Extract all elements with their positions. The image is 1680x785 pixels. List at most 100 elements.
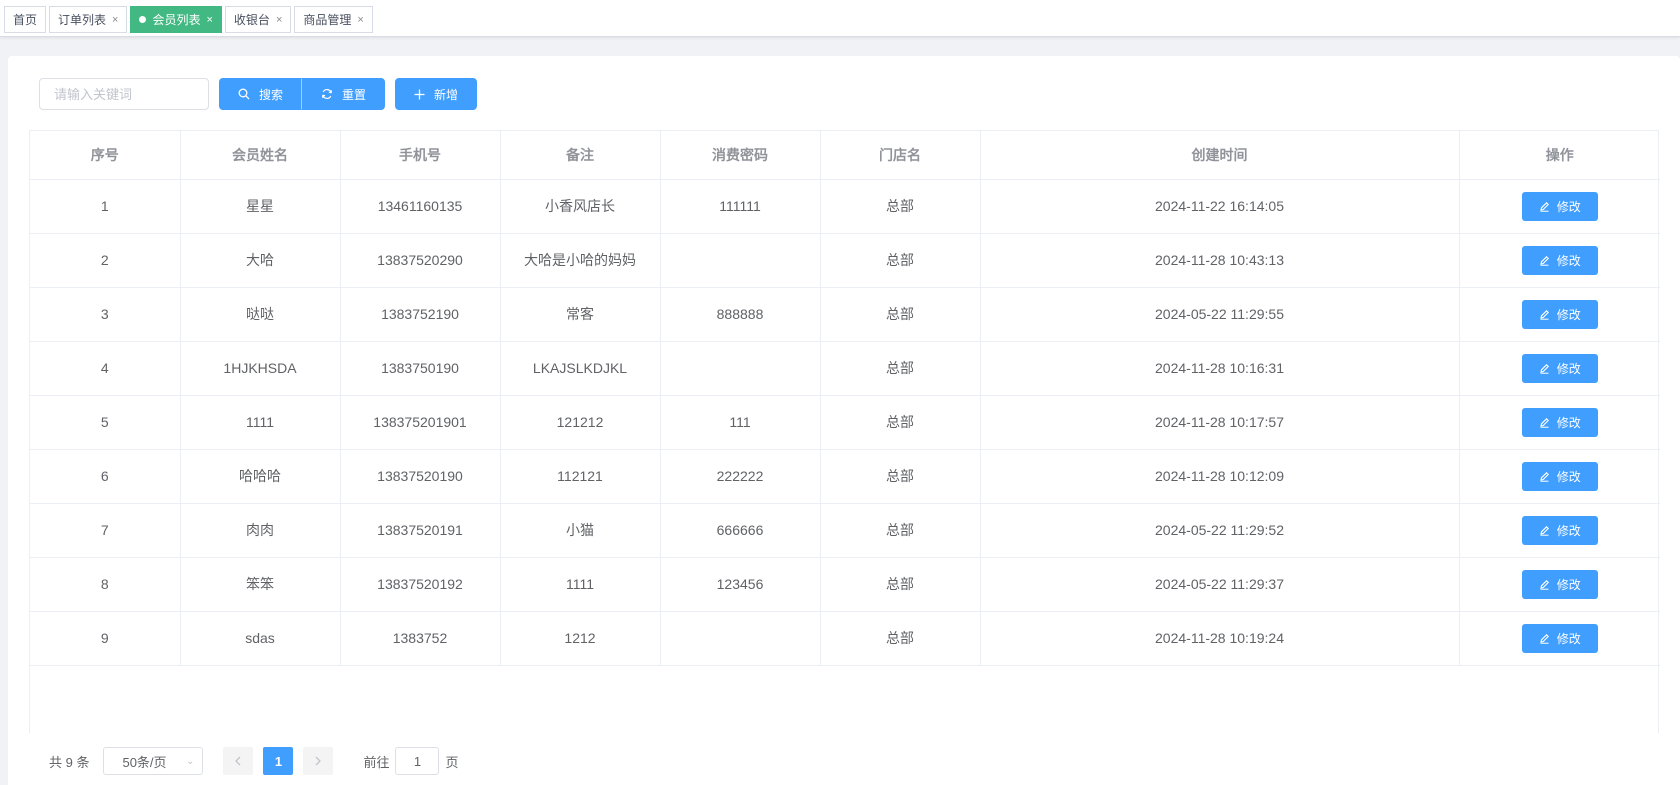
table-cell: 123456 (660, 557, 821, 612)
goto-page-input[interactable] (395, 747, 440, 775)
table-row: 1 星星 13461160135 小香风店长 111111 总部 2024-11-22 16… (30, 179, 1660, 234)
tab-0[interactable]: 首页 (4, 6, 47, 33)
chevron-left-icon (235, 756, 241, 766)
table-cell: 2024-11-28 10:12:09 (980, 449, 1460, 504)
table-row: 5 1111 138375201901 121212 111 总部 2024-11-28 1… (30, 395, 1660, 450)
table-cell: 总部 (820, 503, 981, 558)
table-cell: 总部 (820, 557, 981, 612)
edit-button[interactable]: 修改 (1521, 245, 1598, 275)
page-size-select[interactable]: 50条/页 ⌄ (103, 747, 204, 775)
table-cell: 常客 (500, 287, 661, 342)
edit-button[interactable]: 修改 (1521, 515, 1598, 545)
edit-button[interactable]: 修改 (1521, 299, 1598, 329)
column-header: 创建时间 (980, 131, 1460, 180)
add-button-label: 新增 (434, 87, 459, 102)
table-cell: 2024-05-22 11:29:52 (980, 503, 1460, 558)
table-cell: 1383752190 (340, 287, 501, 342)
edit-button[interactable]: 修改 (1521, 461, 1598, 491)
page-size-value: 50条/页 (122, 754, 167, 770)
edit-icon (1540, 255, 1549, 266)
edit-button[interactable]: 修改 (1521, 623, 1598, 653)
table-cell: 哈哈哈 (180, 449, 341, 504)
tab-2[interactable]: 会员列表 × (130, 6, 222, 33)
edit-button-label: 修改 (1556, 361, 1581, 376)
tab-3[interactable]: 收银台 × (224, 6, 292, 33)
table-cell: 1111 (500, 557, 661, 612)
edit-button[interactable]: 修改 (1521, 191, 1598, 221)
column-header: 消费密码 (660, 131, 821, 180)
action-cell: 修改 (1459, 611, 1660, 666)
tab-1[interactable]: 订单列表 × (49, 6, 128, 33)
table-cell: 1383752 (340, 611, 501, 666)
edit-icon (1540, 471, 1549, 482)
table-cell: 总部 (820, 449, 981, 504)
column-header: 门店名 (820, 131, 981, 180)
table-row: 7 肉肉 13837520191 小猫 666666 总部 2024-05-22 11:29… (30, 503, 1660, 558)
table-cell: 笨笨 (180, 557, 341, 612)
column-header: 序号 (30, 131, 181, 180)
table-cell: 1383750190 (340, 341, 501, 396)
edit-icon (1540, 201, 1549, 212)
chevron-right-icon (316, 756, 322, 766)
action-cell: 修改 (1459, 503, 1660, 558)
table-cell: 1 (30, 179, 181, 234)
action-cell: 修改 (1459, 449, 1660, 504)
goto-prefix: 前往 (363, 754, 390, 770)
tags-view-bar: 首页 订单列表 × 会员列表 × 收银台 × 商品管理 × (0, 0, 1680, 37)
action-cell: 修改 (1459, 287, 1660, 342)
edit-button[interactable]: 修改 (1521, 569, 1598, 599)
table-cell: 121212 (500, 395, 661, 450)
table-cell: 13837520290 (340, 233, 501, 288)
tab-4[interactable]: 商品管理 × (294, 6, 373, 33)
search-button[interactable]: 搜索 (219, 78, 303, 110)
close-icon[interactable]: × (357, 14, 363, 26)
tab-label: 会员列表 (152, 13, 201, 27)
edit-button-label: 修改 (1556, 415, 1581, 430)
table-cell: 哒哒 (180, 287, 341, 342)
table-cell: 8 (30, 557, 181, 612)
add-button[interactable]: 新增 (395, 78, 478, 110)
search-input[interactable] (39, 78, 209, 110)
prev-page-button[interactable] (223, 747, 254, 775)
goto-suffix: 页 (445, 754, 459, 770)
search-icon (238, 88, 250, 100)
table-row: 9 sdas 1383752 1212 总部 2024-11-28 10:19:24 修改 (30, 611, 1660, 666)
table-row: 3 哒哒 1383752190 常客 888888 总部 2024-05-22 11:29:… (30, 287, 1660, 342)
table-cell: 112121 (500, 449, 661, 504)
table-cell: 111 (660, 395, 821, 450)
page-number-current[interactable]: 1 (263, 747, 294, 775)
table-cell: 13837520192 (340, 557, 501, 612)
goto-page: 前往 页 (363, 747, 459, 775)
table-row: 4 1HJKHSDA 1383750190 LKAJSLKDJKL 总部 2024-11-… (30, 341, 1660, 396)
table-row: 8 笨笨 13837520192 1111 123456 总部 2024-05-22 11:… (30, 557, 1660, 612)
table-cell: 总部 (820, 233, 981, 288)
tab-label: 商品管理 (303, 13, 352, 27)
pagination: 共 9 条 50条/页 ⌄ 1 前往 页 (49, 747, 459, 775)
table-cell: 2024-11-28 10:19:24 (980, 611, 1460, 666)
column-header: 手机号 (340, 131, 501, 180)
close-icon[interactable]: × (112, 14, 118, 26)
content-card: 搜索 重置 新增 (8, 56, 1680, 785)
table-cell (660, 341, 821, 396)
edit-button[interactable]: 修改 (1521, 353, 1598, 383)
total-count: 共 9 条 (49, 754, 90, 770)
table-cell: 111111 (660, 179, 821, 234)
table-cell: 7 (30, 503, 181, 558)
reset-button[interactable]: 重置 (302, 78, 386, 110)
table-cell: LKAJSLKDJKL (500, 341, 661, 396)
column-header: 操作 (1459, 131, 1660, 180)
edit-button[interactable]: 修改 (1521, 407, 1598, 437)
table-cell: 2024-05-22 11:29:55 (980, 287, 1460, 342)
table-cell: 总部 (820, 395, 981, 450)
edit-icon (1540, 417, 1549, 428)
member-table: 序号 会员姓名 手机号 备注 消费密码 门店名 创建时间 操作 1 星星 13461160135 小… (29, 130, 1660, 733)
edit-button-label: 修改 (1556, 631, 1581, 646)
close-icon[interactable]: × (276, 14, 282, 26)
edit-icon (1540, 309, 1549, 320)
table-cell: 2024-11-28 10:43:13 (980, 233, 1460, 288)
table-cell: 13461160135 (340, 179, 501, 234)
table-header-row: 序号 会员姓名 手机号 备注 消费密码 门店名 创建时间 操作 (30, 131, 1660, 180)
table-row: 6 哈哈哈 13837520190 112121 222222 总部 2024-11-28 … (30, 449, 1660, 504)
next-page-button[interactable] (303, 747, 334, 775)
close-icon[interactable]: × (206, 14, 212, 26)
